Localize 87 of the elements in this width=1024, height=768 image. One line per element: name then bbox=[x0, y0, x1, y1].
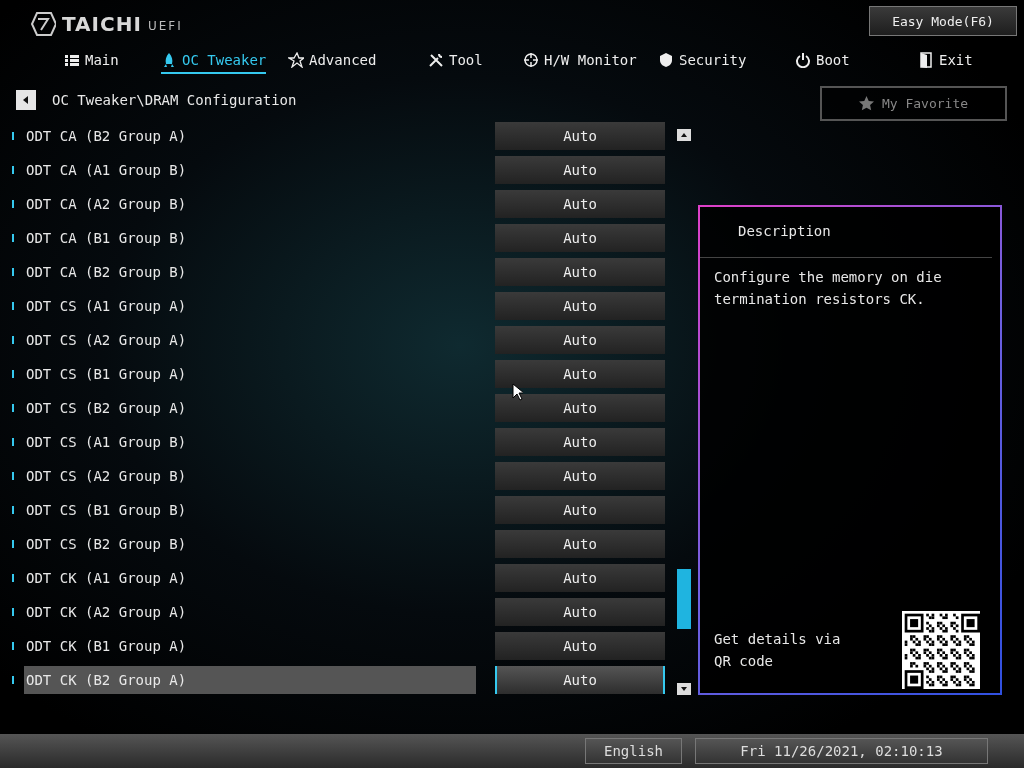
star-icon bbox=[288, 52, 304, 68]
setting-label[interactable]: ODT CK (A1 Group A) bbox=[24, 564, 476, 592]
date-time: Fri 11/26/2021, 02:10:13 bbox=[695, 738, 988, 764]
brand-name: TAICHI bbox=[62, 12, 142, 36]
value-dropdown[interactable]: Auto bbox=[495, 632, 665, 660]
language-button[interactable]: English bbox=[585, 738, 682, 764]
setting-label[interactable]: ODT CK (B1 Group A) bbox=[24, 632, 476, 660]
value-dropdown[interactable]: Auto bbox=[495, 224, 665, 252]
item-marker bbox=[12, 506, 14, 514]
value-dropdown[interactable]: Auto bbox=[495, 122, 665, 150]
setting-label[interactable]: ODT CA (A1 Group B) bbox=[24, 156, 476, 184]
setting-label[interactable]: ODT CA (A2 Group B) bbox=[24, 190, 476, 218]
item-marker bbox=[12, 336, 14, 344]
description-title: Description bbox=[700, 207, 992, 258]
description-text: Configure the memory on die termination resistors CK. bbox=[713, 268, 943, 309]
setting-label[interactable]: ODT CA (B2 Group B) bbox=[24, 258, 476, 286]
up-triangle-icon bbox=[680, 132, 688, 138]
setting-label[interactable]: ODT CS (A1 Group A) bbox=[24, 292, 476, 320]
tools-icon bbox=[428, 52, 444, 68]
power-icon bbox=[795, 52, 811, 68]
value-dropdown[interactable]: Auto bbox=[495, 292, 665, 320]
setting-label[interactable]: ODT CS (B2 Group A) bbox=[24, 394, 476, 422]
menu-tab[interactable]: Advanced bbox=[288, 48, 377, 74]
value-dropdown[interactable]: Auto bbox=[495, 428, 665, 456]
setting-label[interactable]: ODT CS (B1 Group A) bbox=[24, 360, 476, 388]
item-marker bbox=[12, 574, 14, 582]
menu-tab[interactable]: Tool bbox=[428, 48, 483, 74]
value-dropdown[interactable]: Auto bbox=[495, 496, 665, 524]
value-dropdown[interactable]: Auto bbox=[495, 462, 665, 490]
setting-label[interactable]: ODT CS (B2 Group B) bbox=[24, 530, 476, 558]
favorite-button[interactable]: My Favorite bbox=[820, 85, 1007, 121]
item-marker bbox=[12, 234, 14, 242]
value-dropdown[interactable]: Auto bbox=[495, 394, 665, 422]
value-dropdown[interactable]: Auto bbox=[495, 598, 665, 626]
value-dropdown[interactable]: Auto bbox=[495, 190, 665, 218]
setting-label[interactable]: ODT CK (B2 Group A) bbox=[24, 666, 476, 694]
menu-tab[interactable]: Exit bbox=[918, 48, 973, 74]
setting-label[interactable]: ODT CK (A2 Group A) bbox=[24, 598, 476, 626]
item-marker bbox=[12, 166, 14, 174]
list-icon bbox=[64, 52, 80, 68]
menu-tab[interactable]: H/W Monitor bbox=[523, 48, 637, 74]
scroll-up-button[interactable] bbox=[677, 129, 691, 141]
item-marker bbox=[12, 472, 14, 480]
setting-label[interactable]: ODT CA (B1 Group B) bbox=[24, 224, 476, 252]
star-icon bbox=[858, 95, 874, 111]
shield-icon bbox=[658, 52, 674, 68]
item-marker bbox=[12, 540, 14, 548]
item-marker bbox=[12, 302, 14, 310]
crosshair-icon bbox=[523, 52, 539, 68]
menu-tab[interactable]: OC Tweaker bbox=[161, 48, 267, 74]
mouse-cursor-icon bbox=[512, 383, 523, 401]
setting-label[interactable]: ODT CS (A2 Group A) bbox=[24, 326, 476, 354]
logo-icon bbox=[30, 12, 56, 36]
item-marker bbox=[12, 132, 14, 140]
item-marker bbox=[12, 404, 14, 412]
back-button[interactable] bbox=[16, 90, 36, 110]
value-dropdown[interactable]: Auto bbox=[495, 326, 665, 354]
item-marker bbox=[12, 438, 14, 446]
left-triangle-icon bbox=[21, 95, 31, 105]
menu-tab[interactable]: Main bbox=[64, 48, 119, 74]
item-marker bbox=[12, 642, 14, 650]
easy-mode-button[interactable]: Easy Mode(F6) bbox=[869, 6, 1017, 36]
brand-suffix: UEFI bbox=[147, 18, 183, 33]
value-dropdown[interactable]: Auto bbox=[495, 666, 665, 694]
item-marker bbox=[12, 370, 14, 378]
value-dropdown[interactable]: Auto bbox=[495, 530, 665, 558]
rocket-icon bbox=[161, 52, 177, 68]
scrollbar-thumb[interactable] bbox=[677, 569, 691, 629]
setting-label[interactable]: ODT CS (A2 Group B) bbox=[24, 462, 476, 490]
item-marker bbox=[12, 676, 14, 684]
setting-label[interactable]: ODT CA (B2 Group A) bbox=[24, 122, 476, 150]
scroll-down-button[interactable] bbox=[677, 683, 691, 695]
item-marker bbox=[12, 200, 14, 208]
door-icon bbox=[918, 52, 934, 68]
value-dropdown[interactable]: Auto bbox=[495, 156, 665, 184]
item-marker bbox=[12, 268, 14, 276]
value-dropdown[interactable]: Auto bbox=[495, 360, 665, 388]
breadcrumb: OC Tweaker\DRAM Configuration bbox=[52, 92, 297, 108]
down-triangle-icon bbox=[680, 686, 688, 692]
menu-tab[interactable]: Security bbox=[658, 48, 747, 74]
setting-label[interactable]: ODT CS (B1 Group B) bbox=[24, 496, 476, 524]
menu-tab[interactable]: Boot bbox=[795, 48, 850, 74]
setting-label[interactable]: ODT CS (A1 Group B) bbox=[24, 428, 476, 456]
value-dropdown[interactable]: Auto bbox=[495, 564, 665, 592]
value-dropdown[interactable]: Auto bbox=[495, 258, 665, 286]
item-marker bbox=[12, 608, 14, 616]
qr-caption: Get details via QR code bbox=[714, 630, 842, 671]
